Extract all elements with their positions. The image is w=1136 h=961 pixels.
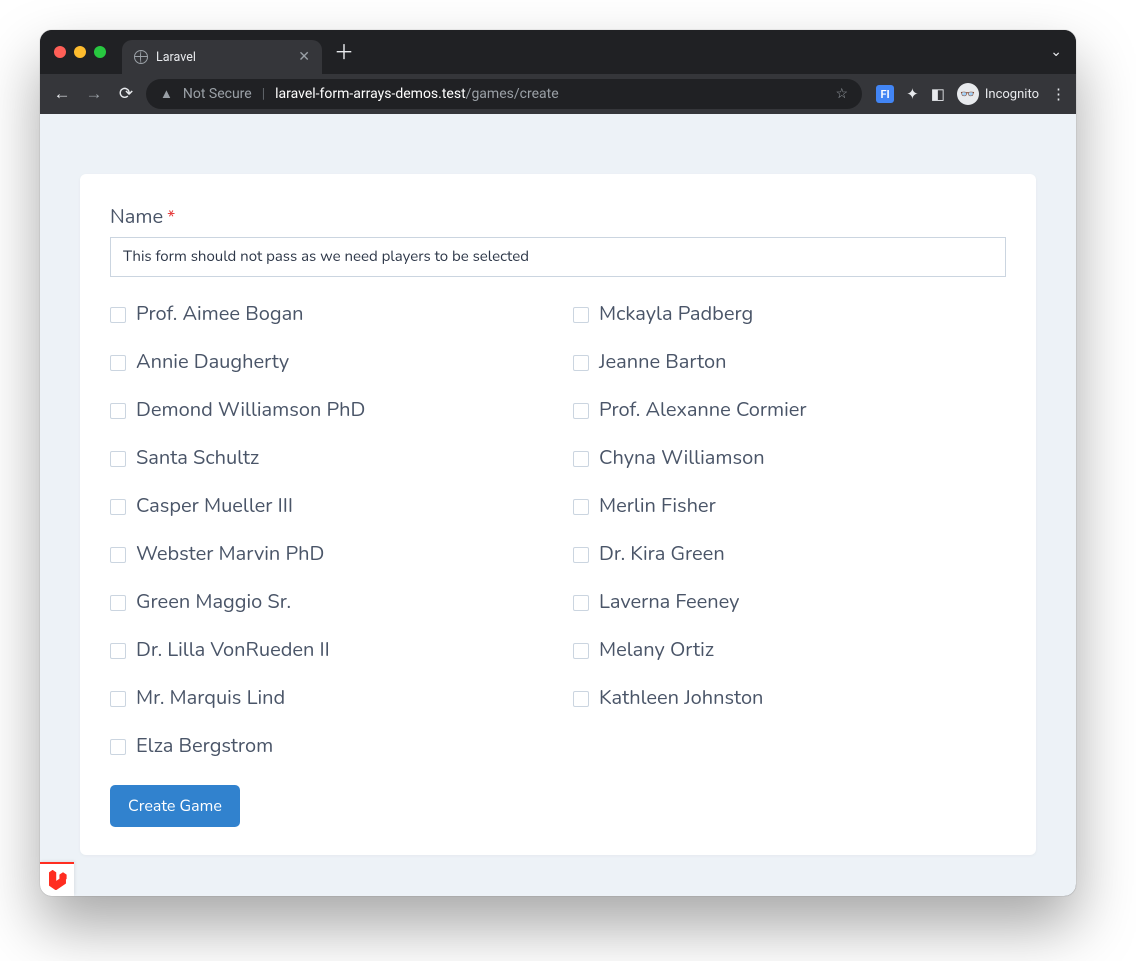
close-window-button[interactable] <box>54 46 66 58</box>
reload-button[interactable]: ⟳ <box>114 84 138 104</box>
player-checkbox-item[interactable]: Chyna Williamson <box>573 445 1006 473</box>
extensions-icon[interactable]: ✦ <box>906 85 919 103</box>
player-name-label: Green Maggio Sr. <box>136 589 291 617</box>
player-checkbox-item[interactable]: Laverna Feeney <box>573 589 1006 617</box>
laravel-icon <box>47 870 67 890</box>
player-name-label: Mr. Marquis Lind <box>136 685 285 713</box>
player-name-label: Casper Mueller III <box>136 493 293 521</box>
window-controls <box>54 46 106 58</box>
browser-tab[interactable]: Laravel ✕ <box>122 40 322 74</box>
laravel-debugbar-toggle[interactable] <box>40 862 74 896</box>
incognito-indicator: 👓 Incognito <box>957 83 1039 105</box>
player-checkbox[interactable] <box>573 355 589 371</box>
player-checkbox-item[interactable]: Merlin Fisher <box>573 493 1006 521</box>
player-checkbox[interactable] <box>110 403 126 419</box>
player-name-label: Mckayla Padberg <box>599 301 753 329</box>
new-tab-button[interactable]: ＋ <box>334 42 354 62</box>
player-checkbox[interactable] <box>110 547 126 563</box>
forward-button[interactable]: → <box>82 84 106 104</box>
player-checkbox-item[interactable]: Mckayla Padberg <box>573 301 1006 329</box>
menu-button[interactable]: ⋮ <box>1051 85 1066 103</box>
player-checkbox[interactable] <box>110 355 126 371</box>
player-name-label: Webster Marvin PhD <box>136 541 324 569</box>
url-path: /games/create <box>466 86 559 102</box>
player-name-label: Santa Schultz <box>136 445 259 473</box>
player-name-label: Melany Ortiz <box>599 637 714 665</box>
player-checkbox-item[interactable]: Annie Daugherty <box>110 349 543 377</box>
player-name-label: Annie Daugherty <box>136 349 289 377</box>
name-label: Name <box>110 204 163 231</box>
panel-icon[interactable]: ◧ <box>931 85 945 103</box>
player-checkbox-item[interactable]: Webster Marvin PhD <box>110 541 543 569</box>
tab-bar: Laravel ✕ ＋ ⌄ <box>40 30 1076 74</box>
player-checkbox[interactable] <box>110 739 126 755</box>
player-checkbox-item[interactable]: Melany Ortiz <box>573 637 1006 665</box>
player-checkbox-item[interactable]: Dr. Lilla VonRueden II <box>110 637 543 665</box>
player-name-label: Dr. Kira Green <box>599 541 725 569</box>
player-checkbox-item[interactable]: Kathleen Johnston <box>573 685 1006 713</box>
player-checkbox-item[interactable]: Casper Mueller III <box>110 493 543 521</box>
incognito-icon: 👓 <box>957 83 979 105</box>
player-checkbox-item[interactable]: Mr. Marquis Lind <box>110 685 543 713</box>
not-secure-icon: ▲ <box>160 86 173 102</box>
minimize-window-button[interactable] <box>74 46 86 58</box>
player-checkbox-item[interactable]: Demond Williamson PhD <box>110 397 543 425</box>
not-secure-label: Not Secure <box>183 86 252 102</box>
required-marker: * <box>167 206 175 230</box>
back-button[interactable]: ← <box>50 84 74 104</box>
maximize-window-button[interactable] <box>94 46 106 58</box>
tab-title: Laravel <box>156 50 290 65</box>
player-checkbox-item[interactable]: Prof. Aimee Bogan <box>110 301 543 329</box>
player-checkbox-item[interactable]: Green Maggio Sr. <box>110 589 543 617</box>
player-checkbox[interactable] <box>573 403 589 419</box>
player-checkbox[interactable] <box>573 307 589 323</box>
toolbar: ← → ⟳ ▲ Not Secure | laravel-form-arrays… <box>40 74 1076 114</box>
incognito-label: Incognito <box>985 87 1039 102</box>
player-name-label: Chyna Williamson <box>599 445 765 473</box>
player-checkbox[interactable] <box>573 499 589 515</box>
page-content: Name * Prof. Aimee Bogan Annie Daugherty D… <box>40 114 1076 896</box>
player-checkbox-item[interactable]: Santa Schultz <box>110 445 543 473</box>
player-name-label: Kathleen Johnston <box>599 685 763 713</box>
player-checkbox[interactable] <box>110 643 126 659</box>
name-input[interactable] <box>110 237 1006 277</box>
tabs-dropdown-button[interactable]: ⌄ <box>1050 44 1062 60</box>
address-bar[interactable]: ▲ Not Secure | laravel-form-arrays-demos… <box>146 79 862 109</box>
player-checkbox-item[interactable]: Jeanne Barton <box>573 349 1006 377</box>
player-checkbox-item[interactable]: Prof. Alexanne Cormier <box>573 397 1006 425</box>
player-name-label: Laverna Feeney <box>599 589 739 617</box>
url-host: laravel-form-arrays-demos.test <box>275 86 466 102</box>
player-checkbox[interactable] <box>110 691 126 707</box>
player-name-label: Merlin Fisher <box>599 493 716 521</box>
player-name-label: Prof. Alexanne Cormier <box>599 397 807 425</box>
player-checkbox[interactable] <box>573 643 589 659</box>
extension-badge[interactable]: FI <box>876 85 894 103</box>
player-checkbox[interactable] <box>573 595 589 611</box>
player-checkbox[interactable] <box>110 499 126 515</box>
player-checkbox[interactable] <box>110 451 126 467</box>
bookmark-icon[interactable]: ☆ <box>836 86 849 102</box>
player-checkbox[interactable] <box>573 547 589 563</box>
player-name-label: Demond Williamson PhD <box>136 397 365 425</box>
player-name-label: Dr. Lilla VonRueden II <box>136 637 330 665</box>
form-card: Name * Prof. Aimee Bogan Annie Daugherty D… <box>80 174 1036 855</box>
player-name-label: Prof. Aimee Bogan <box>136 301 304 329</box>
player-checkbox-item[interactable]: Elza Bergstrom <box>110 733 543 761</box>
player-name-label: Elza Bergstrom <box>136 733 273 761</box>
player-checkbox[interactable] <box>573 691 589 707</box>
player-checkbox[interactable] <box>573 451 589 467</box>
browser-window: Laravel ✕ ＋ ⌄ ← → ⟳ ▲ Not Secure | larav… <box>40 30 1076 896</box>
player-name-label: Jeanne Barton <box>599 349 726 377</box>
close-tab-button[interactable]: ✕ <box>298 50 310 64</box>
globe-icon <box>134 50 148 64</box>
player-checkbox-item[interactable]: Dr. Kira Green <box>573 541 1006 569</box>
create-game-button[interactable]: Create Game <box>110 785 240 827</box>
player-checkbox[interactable] <box>110 595 126 611</box>
player-checkbox[interactable] <box>110 307 126 323</box>
